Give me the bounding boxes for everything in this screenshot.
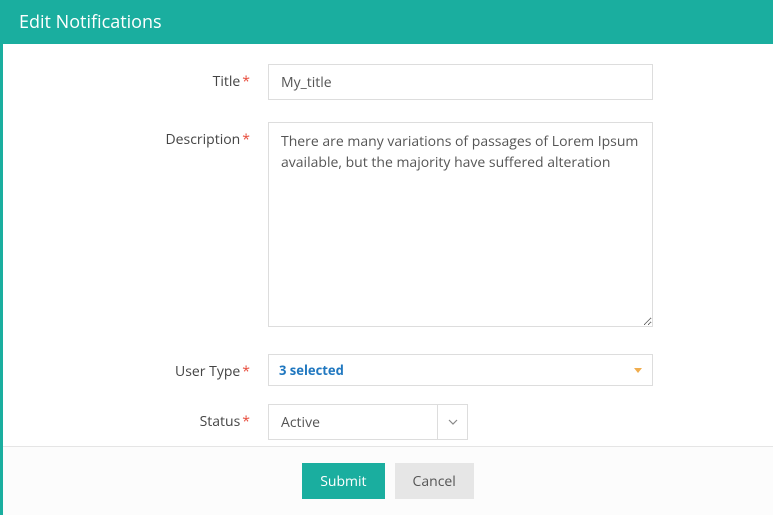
field-status: Active <box>268 404 468 440</box>
edit-notifications-panel: Edit Notifications Title* Description* T… <box>0 0 773 515</box>
description-textarea[interactable]: There are many variations of passages of… <box>268 122 653 327</box>
field-title <box>268 64 653 100</box>
label-status: Status* <box>23 404 268 431</box>
required-mark: * <box>242 362 250 381</box>
field-description: There are many variations of passages of… <box>268 122 653 332</box>
submit-button[interactable]: Submit <box>302 463 384 499</box>
user-type-multiselect[interactable]: 3 selected <box>268 354 653 386</box>
row-title: Title* <box>23 64 753 100</box>
required-mark: * <box>242 72 250 91</box>
row-description: Description* There are many variations o… <box>23 122 753 332</box>
status-select-value: Active <box>268 404 438 440</box>
user-type-selected-text: 3 selected <box>279 361 344 379</box>
required-mark: * <box>242 130 250 149</box>
form-footer: Submit Cancel <box>3 446 773 515</box>
row-user-type: User Type* 3 selected <box>23 354 753 386</box>
label-user-type: User Type* <box>23 354 268 381</box>
row-status: Status* Active <box>23 404 753 440</box>
form-body: Title* Description* There are many varia… <box>3 44 773 472</box>
field-user-type: 3 selected <box>268 354 653 386</box>
required-mark: * <box>242 412 250 431</box>
label-title-text: Title <box>213 72 241 91</box>
panel-header: Edit Notifications <box>3 0 773 44</box>
label-title: Title* <box>23 64 268 91</box>
title-input[interactable] <box>268 64 653 100</box>
cancel-button[interactable]: Cancel <box>395 463 474 499</box>
label-status-text: Status <box>200 412 241 431</box>
label-description: Description* <box>23 122 268 149</box>
chevron-down-icon <box>448 417 458 427</box>
status-select-arrow[interactable] <box>438 404 468 440</box>
caret-down-icon <box>634 368 642 373</box>
label-description-text: Description <box>166 130 241 149</box>
panel-title: Edit Notifications <box>19 10 162 34</box>
status-select[interactable]: Active <box>268 404 468 440</box>
label-user-type-text: User Type <box>175 362 240 381</box>
